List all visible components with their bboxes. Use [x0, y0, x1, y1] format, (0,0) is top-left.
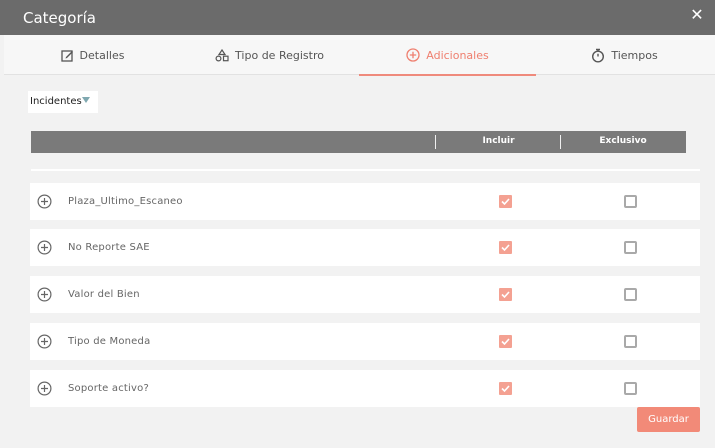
plus-circle-icon[interactable]	[37, 240, 52, 255]
row-name: Plaza_Ultimo_Escaneo	[68, 196, 183, 207]
category-select-value: Incidentes	[30, 96, 82, 107]
table-row: Plaza_Ultimo_Escaneo	[30, 183, 700, 220]
plus-circle-icon[interactable]	[37, 194, 52, 209]
row-name: Valor del Bien	[68, 289, 140, 300]
dialog-titlebar: Categoría ✕	[0, 0, 715, 35]
exclusive-checkbox[interactable]	[624, 382, 637, 395]
exclusive-checkbox[interactable]	[624, 288, 637, 301]
tab-label: Adicionales	[426, 48, 489, 62]
shapes-icon	[215, 48, 229, 62]
tab-label: Tipo de Registro	[235, 48, 324, 62]
row-name: Soporte activo?	[68, 383, 149, 394]
header-divider	[560, 135, 561, 149]
header-exclusive: Exclusivo	[599, 136, 647, 146]
include-checkbox[interactable]	[499, 382, 512, 395]
plus-circle-icon	[406, 48, 420, 62]
table-header: Incluir Exclusivo	[31, 131, 686, 153]
caret-down-icon	[82, 97, 90, 103]
save-button[interactable]: Guardar	[637, 407, 700, 432]
row-name: No Reporte SAE	[68, 242, 150, 253]
plus-circle-icon[interactable]	[37, 381, 52, 396]
include-checkbox[interactable]	[499, 288, 512, 301]
close-icon[interactable]: ✕	[690, 7, 704, 23]
tab-tiempos[interactable]: Tiempos	[536, 35, 713, 75]
include-checkbox[interactable]	[499, 195, 512, 208]
tab-adicionales[interactable]: Adicionales	[359, 35, 536, 76]
divider	[31, 169, 700, 171]
table-row: No Reporte SAE	[30, 229, 700, 266]
edit-icon	[60, 49, 73, 62]
table-row: Tipo de Moneda	[30, 323, 700, 360]
table-row: Soporte activo?	[30, 370, 700, 407]
include-checkbox[interactable]	[499, 335, 512, 348]
stopwatch-icon	[592, 48, 605, 63]
tab-label: Tiempos	[611, 48, 658, 62]
include-checkbox[interactable]	[499, 241, 512, 254]
table-row: Valor del Bien	[30, 276, 700, 313]
exclusive-checkbox[interactable]	[624, 335, 637, 348]
dialog-title: Categoría	[23, 9, 97, 27]
plus-circle-icon[interactable]	[37, 287, 52, 302]
tab-bar: Detalles Tipo de Registro Adicionales Ti…	[4, 35, 715, 76]
tab-tipo-de-registro[interactable]: Tipo de Registro	[181, 35, 358, 75]
exclusive-checkbox[interactable]	[624, 241, 637, 254]
tab-label: Detalles	[79, 48, 125, 62]
exclusive-checkbox[interactable]	[624, 195, 637, 208]
plus-circle-icon[interactable]	[37, 334, 52, 349]
row-name: Tipo de Moneda	[68, 336, 151, 347]
header-include: Incluir	[482, 136, 515, 146]
header-divider	[435, 135, 436, 149]
tab-detalles[interactable]: Detalles	[4, 35, 181, 75]
category-select[interactable]: Incidentes	[28, 91, 98, 113]
